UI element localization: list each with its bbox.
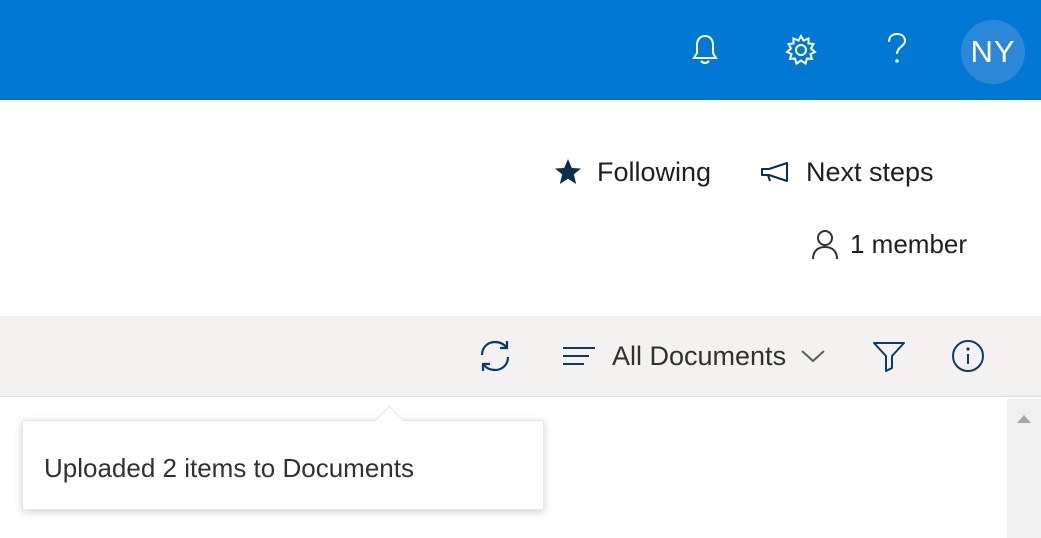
members-button[interactable]: 1 member <box>810 222 967 266</box>
filter-button[interactable] <box>872 336 906 376</box>
view-selector-label: All Documents <box>612 340 787 371</box>
vertical-scrollbar[interactable] <box>1007 399 1041 538</box>
following-button[interactable]: Following <box>553 150 711 194</box>
settings-button[interactable] <box>781 30 821 70</box>
upload-status-callout: Uploaded 2 items to Documents <box>22 405 544 510</box>
view-selector[interactable]: All Documents <box>562 336 826 376</box>
help-icon <box>888 32 907 63</box>
star-icon <box>555 159 581 184</box>
chevron-down-icon <box>801 350 825 363</box>
upload-status-message: Uploaded 2 items to Documents <box>44 453 414 483</box>
filter-icon <box>873 342 905 372</box>
sync-icon <box>480 340 510 372</box>
sync-button[interactable] <box>476 336 514 376</box>
megaphone-icon <box>761 162 788 182</box>
bell-icon <box>692 34 718 64</box>
command-bar: All Documents <box>0 316 1041 397</box>
next-steps-label: Next steps <box>806 156 934 187</box>
person-icon <box>812 230 838 260</box>
notifications-button[interactable] <box>685 30 725 70</box>
help-button[interactable] <box>877 30 917 70</box>
suite-header-bar: NY <box>0 0 1041 100</box>
callout-beak <box>374 405 405 436</box>
triangle-up-icon <box>1017 415 1031 423</box>
next-steps-button[interactable]: Next steps <box>760 150 934 194</box>
gear-icon <box>785 33 817 66</box>
scroll-up-button[interactable] <box>1007 409 1041 429</box>
info-icon <box>952 340 984 372</box>
view-options-icon <box>563 347 595 365</box>
info-pane-button[interactable] <box>951 336 985 376</box>
avatar[interactable]: NY <box>961 20 1025 84</box>
members-label: 1 member <box>850 228 968 259</box>
following-label: Following <box>597 156 712 187</box>
